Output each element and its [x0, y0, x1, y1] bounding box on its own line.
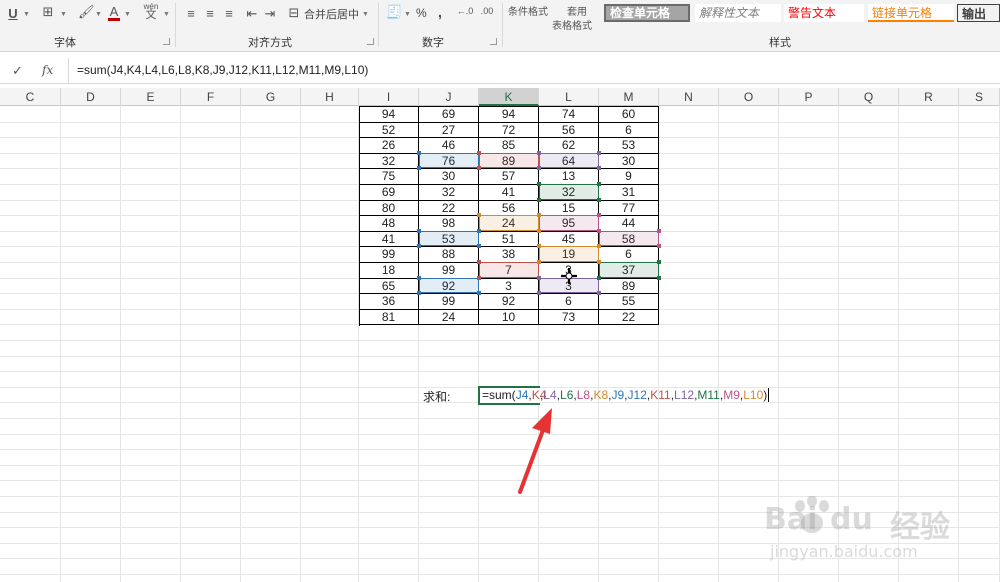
arrow-shaft — [518, 428, 545, 494]
red-arrow-annotation — [518, 408, 552, 494]
arrow-head — [532, 408, 552, 434]
